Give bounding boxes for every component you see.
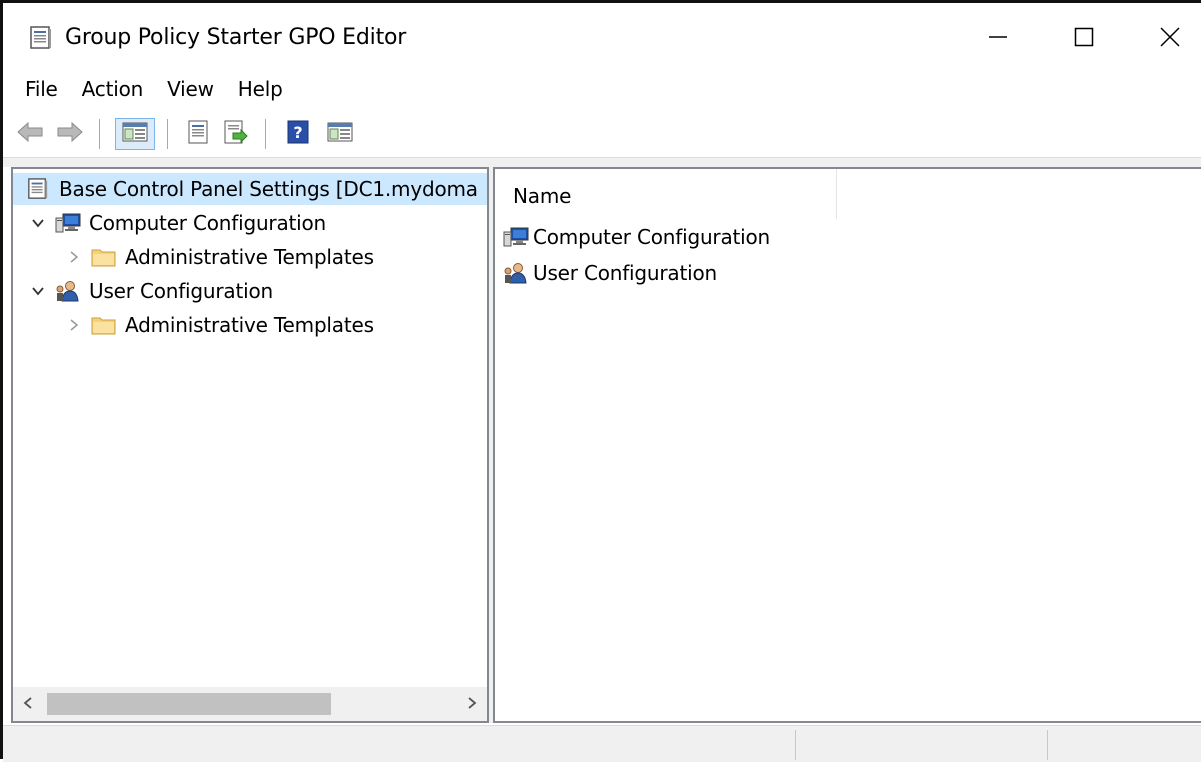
svg-text:?: ? (293, 123, 302, 142)
tree-item-label: Administrative Templates (125, 313, 374, 337)
details-list[interactable]: Name Computer Configuration User Configu… (493, 167, 1201, 723)
title-bar[interactable]: Group Policy Starter GPO Editor (3, 3, 1201, 69)
show-hide-console-tree-button[interactable] (115, 118, 155, 150)
toolbar-divider (3, 157, 1201, 167)
forward-button[interactable] (55, 119, 85, 149)
horizontal-scrollbar[interactable] (13, 687, 487, 721)
minimize-icon (987, 26, 1009, 52)
properties-button[interactable] (183, 119, 213, 149)
toolbar-separator (265, 119, 267, 149)
column-header-name[interactable]: Name (495, 169, 837, 219)
user-configuration-icon (55, 279, 81, 303)
show-hide-console-tree-icon (122, 121, 148, 147)
list-item-label: User Configuration (533, 261, 717, 285)
minimize-button[interactable] (953, 11, 1043, 67)
scroll-right-button[interactable] (457, 687, 487, 721)
chevron-right-icon (466, 695, 478, 714)
close-button[interactable] (1125, 11, 1201, 67)
menu-bar: File Action View Help (3, 71, 295, 109)
list-item-user-configuration[interactable]: User Configuration (503, 257, 717, 289)
chevron-left-icon (22, 695, 34, 714)
menu-help[interactable]: Help (226, 71, 295, 109)
status-bar (3, 725, 1201, 762)
tree-item-user-administrative-templates[interactable]: Administrative Templates (63, 309, 374, 341)
maximize-icon (1073, 26, 1095, 52)
properties-icon (186, 120, 210, 148)
computer-configuration-icon (503, 225, 529, 249)
tree-item-label: Administrative Templates (125, 245, 374, 269)
scrollbar-thumb[interactable] (47, 693, 331, 715)
toolbar: ? (3, 113, 1201, 157)
toolbar-separator (167, 119, 169, 149)
forward-arrow-icon (56, 121, 84, 147)
menu-action[interactable]: Action (70, 71, 155, 109)
column-header-label: Name (513, 184, 572, 208)
app-window: Group Policy Starter GPO Editor File Act… (0, 0, 1201, 762)
list-item-computer-configuration[interactable]: Computer Configuration (503, 221, 770, 253)
chevron-right-icon[interactable] (63, 246, 85, 268)
export-list-button[interactable] (221, 119, 251, 149)
export-list-icon (223, 120, 249, 148)
tree-item-root[interactable]: Base Control Panel Settings [DC1.mydoma (13, 173, 487, 205)
maximize-button[interactable] (1039, 11, 1129, 67)
gpo-document-icon (25, 177, 51, 201)
menu-view[interactable]: View (155, 71, 226, 109)
tree-item-label: Computer Configuration (89, 211, 327, 235)
back-button[interactable] (15, 119, 45, 149)
window-title: Group Policy Starter GPO Editor (65, 25, 407, 50)
user-configuration-icon (503, 261, 529, 285)
tree-item-user-configuration[interactable]: User Configuration (27, 275, 273, 307)
tree-item-label: User Configuration (89, 279, 273, 303)
computer-configuration-icon (55, 211, 81, 235)
chevron-down-icon[interactable] (27, 212, 49, 234)
folder-icon (91, 245, 117, 269)
console-tree[interactable]: Base Control Panel Settings [DC1.mydoma … (11, 167, 489, 723)
status-divider (1047, 730, 1048, 760)
folder-icon (91, 313, 117, 337)
status-divider (795, 730, 796, 760)
toolbar-separator (99, 119, 101, 149)
show-hide-action-pane-icon (327, 121, 353, 147)
help-button[interactable]: ? (283, 119, 313, 149)
list-item-label: Computer Configuration (533, 225, 771, 249)
help-icon: ? (287, 120, 309, 148)
tree-item-label: Base Control Panel Settings [DC1.mydoma (59, 177, 478, 201)
tree-item-computer-configuration[interactable]: Computer Configuration (27, 207, 326, 239)
show-hide-action-pane-button[interactable] (325, 119, 355, 149)
close-icon (1159, 26, 1181, 52)
tree-item-computer-administrative-templates[interactable]: Administrative Templates (63, 241, 374, 273)
chevron-down-icon[interactable] (27, 280, 49, 302)
back-arrow-icon (16, 121, 44, 147)
gpo-document-icon (29, 26, 53, 50)
scroll-left-button[interactable] (13, 687, 43, 721)
chevron-right-icon[interactable] (63, 314, 85, 336)
menu-file[interactable]: File (3, 71, 70, 109)
